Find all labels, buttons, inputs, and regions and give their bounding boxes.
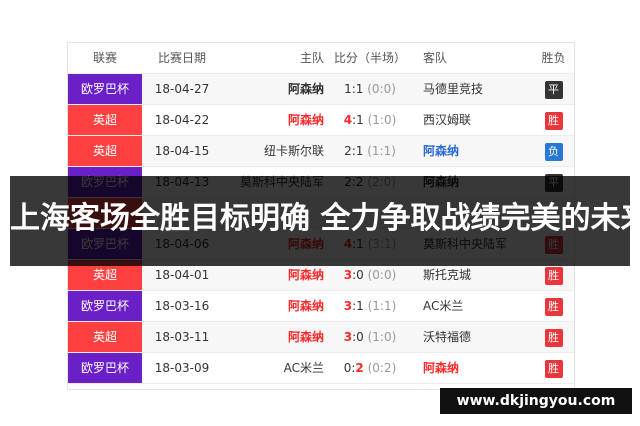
result-badge: 胜 <box>544 328 563 347</box>
date-cell: 18-04-15 <box>154 144 210 158</box>
watermark-url: www.dkjingyou.com <box>440 388 632 414</box>
result-badge: 负 <box>544 142 563 161</box>
away-team[interactable]: 马德里竞技 <box>423 74 533 104</box>
away-team[interactable]: 西汉姆联 <box>423 105 533 135</box>
half-time-score: (1:1) <box>363 299 397 313</box>
home-team[interactable]: 阿森纳 <box>222 74 324 104</box>
date-cell: 18-04-27 <box>154 82 210 96</box>
away-score: 1 <box>356 299 364 313</box>
half-time-score: (1:1) <box>363 144 396 158</box>
table-row: 欧罗巴杯 18-04-27 阿森纳 1:1 (0:0) 马德里竞技平 <box>68 74 574 105</box>
score-cell: 2:1 (1:1) <box>324 136 416 166</box>
away-score: 0 <box>356 268 364 282</box>
half-time-score: (1:0) <box>363 330 397 344</box>
result-cell: 负 <box>533 136 574 166</box>
result-badge: 平 <box>544 80 563 99</box>
date-cell: 18-03-16 <box>154 299 210 313</box>
home-score: 1 <box>344 82 352 96</box>
away-score: 0 <box>356 330 364 344</box>
result-cell: 胜 <box>533 322 574 352</box>
result-badge: 胜 <box>544 111 563 130</box>
home-team[interactable]: 阿森纳 <box>222 291 324 321</box>
away-score: 2 <box>355 361 364 375</box>
result-cell: 胜 <box>533 353 574 383</box>
score-cell: 0:2 (0:2) <box>324 353 416 383</box>
league-cell[interactable]: 英超 <box>68 105 142 135</box>
league-cell[interactable]: 欧罗巴杯 <box>68 353 142 383</box>
home-score: 3 <box>343 268 353 282</box>
home-score: 3 <box>343 330 353 344</box>
home-team[interactable]: 阿森纳 <box>222 105 324 135</box>
table-row: 英超 18-03-11 阿森纳 3:0 (1:0) 沃特福德胜 <box>68 322 574 353</box>
away-team[interactable]: AC米兰 <box>423 291 533 321</box>
result-badge: 胜 <box>544 266 563 285</box>
league-cell[interactable]: 英超 <box>68 136 142 166</box>
home-score: 2 <box>344 144 352 158</box>
table-row: 英超 18-04-15 纽卡斯尔联 2:1 (1:1) 阿森纳负 <box>68 136 574 167</box>
half-time-score: (1:0) <box>363 113 397 127</box>
date-cell: 18-03-09 <box>154 361 210 375</box>
half-time-score: (0:2) <box>363 361 397 375</box>
away-team[interactable]: 阿森纳 <box>423 353 533 383</box>
header-league: 联赛 <box>92 51 117 65</box>
header-score: 比分（半场） <box>333 51 406 65</box>
home-team[interactable]: 纽卡斯尔联 <box>222 136 324 166</box>
away-team[interactable]: 阿森纳 <box>423 136 533 166</box>
home-score: 4 <box>343 113 353 127</box>
headline-title: 上海客场全胜目标明确 全力争取战绩完美的未来 <box>10 201 640 236</box>
header-date: 比赛日期 <box>157 51 206 65</box>
away-score: 1 <box>356 113 364 127</box>
score-cell: 3:1 (1:1) <box>324 291 416 321</box>
result-cell: 胜 <box>533 291 574 321</box>
score-cell: 4:1 (1:0) <box>324 105 416 135</box>
header-away: 客队 <box>423 51 448 65</box>
header-result: 胜负 <box>541 51 566 65</box>
league-cell[interactable]: 欧罗巴杯 <box>68 291 142 321</box>
result-badge: 胜 <box>544 359 563 378</box>
date-cell: 18-04-22 <box>154 113 210 127</box>
league-cell[interactable]: 欧罗巴杯 <box>68 74 142 104</box>
result-badge: 胜 <box>544 297 563 316</box>
header-home: 主队 <box>299 51 324 65</box>
away-team[interactable]: 沃特福德 <box>423 322 533 352</box>
table-row: 欧罗巴杯 18-03-09 AC米兰 0:2 (0:2) 阿森纳胜 <box>68 353 574 384</box>
home-team[interactable]: 阿森纳 <box>222 322 324 352</box>
half-time-score: (0:0) <box>363 82 396 96</box>
league-cell[interactable]: 英超 <box>68 322 142 352</box>
score-cell: 1:1 (0:0) <box>324 74 416 104</box>
table-header: 联赛 比赛日期 主队 比分（半场） 客队 胜负 <box>68 43 574 74</box>
date-cell: 18-03-11 <box>154 330 210 344</box>
home-team[interactable]: AC米兰 <box>222 353 324 383</box>
score-cell: 3:0 (1:0) <box>324 322 416 352</box>
table-row: 英超 18-04-22 阿森纳 4:1 (1:0) 西汉姆联胜 <box>68 105 574 136</box>
half-time-score: (0:0) <box>363 268 397 282</box>
home-score: 3 <box>343 299 353 313</box>
result-cell: 平 <box>533 74 574 104</box>
result-cell: 胜 <box>533 105 574 135</box>
table-row: 欧罗巴杯 18-03-16 阿森纳 3:1 (1:1) AC米兰胜 <box>68 291 574 322</box>
